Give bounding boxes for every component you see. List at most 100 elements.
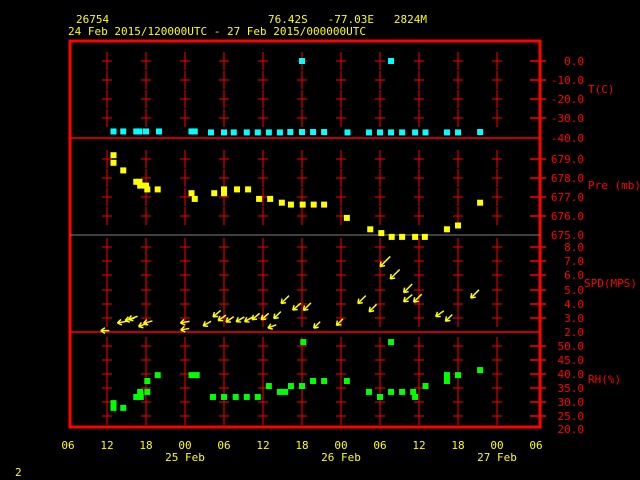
humidity-point xyxy=(287,383,294,390)
wind-arrow xyxy=(235,316,245,323)
humidity-point xyxy=(321,378,328,384)
y-tick-label: 676.0 xyxy=(551,210,584,223)
temperature-point xyxy=(136,128,143,135)
y-tick-label: 3.0 xyxy=(564,312,584,325)
temperature-point xyxy=(120,128,127,135)
wind-arrow-head xyxy=(389,273,392,280)
wind-arrow xyxy=(470,289,480,299)
humidity-point xyxy=(343,378,350,384)
y-tick-label: 6.0 xyxy=(564,269,584,282)
humidity-point xyxy=(154,372,161,379)
humidity-point xyxy=(365,388,372,395)
wind-arrow xyxy=(243,316,254,323)
humidity-point xyxy=(265,383,272,390)
wind-arrow-head xyxy=(273,313,276,319)
x-date-label: 25 Feb xyxy=(165,451,205,464)
wind-arrow xyxy=(357,295,367,305)
humidity-point xyxy=(412,393,419,400)
x-tick-label: 12 xyxy=(100,439,113,452)
wind-arrow xyxy=(225,315,235,323)
temperature-point xyxy=(299,129,305,136)
wind-arrow xyxy=(251,312,261,321)
pressure-point xyxy=(343,214,350,221)
temperature-point xyxy=(287,129,294,136)
y-tick-label: 30.0 xyxy=(558,396,585,409)
x-tick-label: 12 xyxy=(412,439,425,452)
x-date-label: 27 Feb xyxy=(477,451,517,464)
pressure-point xyxy=(299,201,306,208)
wind-arrow-head xyxy=(368,306,371,312)
pressure-point xyxy=(221,190,227,197)
pressure-point xyxy=(120,167,127,174)
humidity-point xyxy=(188,372,195,379)
humidity-point xyxy=(110,404,117,411)
y-axis-title: T(C) xyxy=(588,83,615,96)
temperature-point xyxy=(321,129,328,136)
wind-arrow-head xyxy=(280,298,283,304)
pressure-point xyxy=(234,186,240,193)
x-tick-label: 06 xyxy=(529,439,542,452)
temperature-point xyxy=(344,129,351,136)
temperature-point xyxy=(191,128,198,135)
data-marks xyxy=(100,58,484,411)
y-tick-label: 40.0 xyxy=(558,368,585,381)
humidity-point xyxy=(120,404,127,411)
temperature-point xyxy=(412,129,419,136)
y-tick-label: 0.0 xyxy=(564,55,584,68)
temperature-point xyxy=(254,129,261,136)
pressure-point xyxy=(443,226,450,233)
y-tick-label: 45.0 xyxy=(558,354,585,367)
temperature-point xyxy=(230,129,237,136)
humidity-point xyxy=(282,388,289,395)
wind-arrow xyxy=(402,283,413,294)
pressure-point xyxy=(110,152,117,159)
humidity-point xyxy=(254,393,261,400)
pressure-point xyxy=(421,233,428,240)
wind-arrow xyxy=(180,325,190,333)
pressure-point xyxy=(399,233,406,240)
wind-arrow-head xyxy=(470,292,473,299)
temperature-point xyxy=(377,129,383,136)
humidity-point xyxy=(422,383,429,390)
humidity-point xyxy=(455,372,461,379)
y-tick-label: 5.0 xyxy=(564,284,584,297)
y-axis-title: SPD(MPS) xyxy=(584,277,637,290)
wind-arrow-head xyxy=(444,316,448,322)
y-tick-label: -30.0 xyxy=(551,112,584,125)
pressure-point xyxy=(267,195,274,202)
y-tick-label: -40.0 xyxy=(551,132,584,145)
temperature-point xyxy=(477,129,484,136)
pressure-point xyxy=(110,159,117,166)
pressure-point xyxy=(144,186,151,193)
pressure-point xyxy=(455,222,461,229)
y-tick-label: 677.0 xyxy=(551,191,584,204)
wind-arrow xyxy=(335,318,344,327)
humidity-point xyxy=(300,339,307,346)
y-tick-label: 679.0 xyxy=(551,153,584,166)
wind-arrow xyxy=(127,315,138,322)
humidity-point xyxy=(399,388,406,395)
temperature-point xyxy=(365,129,372,136)
pressure-point xyxy=(310,201,317,208)
y-tick-label: 678.0 xyxy=(551,172,584,185)
y-axis-title: RH(%) xyxy=(588,373,621,386)
wind-arrow xyxy=(267,323,277,330)
humidity-point xyxy=(443,378,450,384)
temperature-point xyxy=(388,129,395,136)
wind-arrow xyxy=(313,321,321,329)
temperature-point xyxy=(455,129,461,136)
humidity-point xyxy=(221,393,227,400)
y-tick-label: -20.0 xyxy=(551,93,584,106)
time-period: 24 Feb 2015/120000UTC - 27 Feb 2015/0000… xyxy=(68,25,366,38)
y-tick-label: 20.0 xyxy=(558,423,585,436)
wind-arrow xyxy=(444,313,453,323)
temperature-point xyxy=(156,128,162,135)
temperature-point xyxy=(399,129,406,136)
temperature-point xyxy=(299,58,305,64)
y-tick-label: 4.0 xyxy=(564,298,584,311)
x-date-label: 26 Feb xyxy=(321,451,361,464)
humidity-point xyxy=(299,383,305,390)
temperature-point xyxy=(422,129,429,136)
y-tick-label: 8.0 xyxy=(564,241,584,254)
humidity-point xyxy=(232,393,239,400)
